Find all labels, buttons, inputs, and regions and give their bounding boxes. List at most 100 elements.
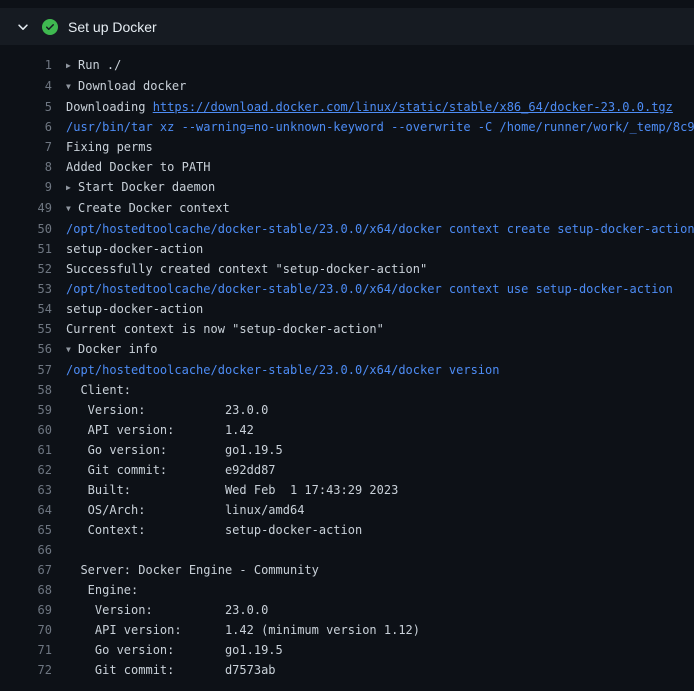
log-text: Download docker [78, 79, 186, 93]
line-content: ▶Start Docker daemon [52, 177, 694, 198]
line-number[interactable]: 1 [0, 55, 52, 76]
line-content: Git commit: d7573ab [52, 660, 694, 680]
log-text: Version: 23.0.0 [66, 603, 268, 617]
log-line: 62 Git commit: e92dd87 [0, 460, 694, 480]
success-check-icon [42, 19, 58, 35]
log-line: 55 Current context is now "setup-docker-a… [0, 319, 694, 339]
log-line: 50/opt/hostedtoolcache/docker-stable/23.… [0, 219, 694, 239]
log-line: 66 [0, 540, 694, 560]
line-content: Context: setup-docker-action [52, 520, 694, 540]
line-number[interactable]: 70 [0, 620, 52, 640]
log-line: 67 Server: Docker Engine - Community [0, 560, 694, 580]
line-number[interactable]: 64 [0, 500, 52, 520]
log-line: 60 API version: 1.42 [0, 420, 694, 440]
log-text: Current context is now "setup-docker-act… [66, 322, 384, 336]
line-number[interactable]: 7 [0, 137, 52, 157]
line-number[interactable]: 50 [0, 219, 52, 239]
log-line: 54setup-docker-action [0, 299, 694, 319]
line-number[interactable]: 9 [0, 177, 52, 198]
log-line: 1▶Run ./ [0, 55, 694, 76]
line-number[interactable]: 55 [0, 319, 52, 339]
line-content: ▼Create Docker context [52, 198, 694, 219]
log-line: 64 OS/Arch: linux/amd64 [0, 500, 694, 520]
log-text: OS/Arch: linux/amd64 [66, 503, 304, 517]
log-text: API version: 1.42 (minimum version 1.12) [66, 623, 420, 637]
log-line: 53/opt/hostedtoolcache/docker-stable/23.… [0, 279, 694, 299]
line-content: Fixing perms [52, 137, 694, 157]
line-number[interactable]: 60 [0, 420, 52, 440]
line-number[interactable]: 67 [0, 560, 52, 580]
line-content: API version: 1.42 [52, 420, 694, 440]
log-line: 58 Client: [0, 380, 694, 400]
line-content: Downloading https://download.docker.com/… [52, 97, 694, 117]
line-number[interactable]: 71 [0, 640, 52, 660]
chevron-down-icon[interactable] [16, 20, 30, 34]
log-text: API version: 1.42 [66, 423, 254, 437]
log-line: 70 API version: 1.42 (minimum version 1.… [0, 620, 694, 640]
step-header[interactable]: Set up Docker [0, 8, 694, 45]
line-number[interactable]: 53 [0, 279, 52, 299]
group-expanded-icon[interactable]: ▼ [66, 340, 78, 360]
line-number[interactable]: 4 [0, 76, 52, 97]
log-line: 71 Go version: go1.19.5 [0, 640, 694, 660]
log-line: 69 Version: 23.0.0 [0, 600, 694, 620]
line-number[interactable]: 8 [0, 157, 52, 177]
log-text: setup-docker-action [66, 242, 203, 256]
log-line: 65 Context: setup-docker-action [0, 520, 694, 540]
line-content: setup-docker-action [52, 299, 694, 319]
line-content: Go version: go1.19.5 [52, 440, 694, 460]
log-link[interactable]: https://download.docker.com/linux/static… [153, 100, 673, 114]
line-number[interactable]: 59 [0, 400, 52, 420]
line-number[interactable]: 52 [0, 259, 52, 279]
line-number[interactable]: 62 [0, 460, 52, 480]
log-text: Built: Wed Feb 1 17:43:29 2023 [66, 483, 398, 497]
line-content: API version: 1.42 (minimum version 1.12) [52, 620, 694, 640]
line-content: Successfully created context "setup-dock… [52, 259, 694, 279]
log-line: 57/opt/hostedtoolcache/docker-stable/23.… [0, 360, 694, 380]
line-content: Engine: [52, 580, 694, 600]
log-line: 5Downloading https://download.docker.com… [0, 97, 694, 117]
group-collapsed-icon[interactable]: ▶ [66, 56, 78, 76]
log-text: Docker info [78, 342, 157, 356]
line-content: setup-docker-action [52, 239, 694, 259]
line-number[interactable]: 57 [0, 360, 52, 380]
line-content: Server: Docker Engine - Community [52, 560, 694, 580]
group-expanded-icon[interactable]: ▼ [66, 199, 78, 219]
line-number[interactable]: 72 [0, 660, 52, 680]
line-number[interactable]: 65 [0, 520, 52, 540]
log-command-text: /opt/hostedtoolcache/docker-stable/23.0.… [66, 363, 499, 377]
log-line: 49▼Create Docker context [0, 198, 694, 219]
line-content: Added Docker to PATH [52, 157, 694, 177]
log-text: Fixing perms [66, 140, 153, 154]
log-command-text: /usr/bin/tar xz --warning=no-unknown-key… [66, 120, 694, 134]
line-number[interactable]: 54 [0, 299, 52, 319]
log-command-text: /opt/hostedtoolcache/docker-stable/23.0.… [66, 282, 673, 296]
line-number[interactable]: 61 [0, 440, 52, 460]
line-number[interactable]: 66 [0, 540, 52, 560]
log-line: 72 Git commit: d7573ab [0, 660, 694, 680]
line-number[interactable]: 63 [0, 480, 52, 500]
line-number[interactable]: 51 [0, 239, 52, 259]
line-number[interactable]: 6 [0, 117, 52, 137]
log-text: Run ./ [78, 58, 121, 72]
line-number[interactable]: 69 [0, 600, 52, 620]
line-number[interactable]: 56 [0, 339, 52, 360]
group-collapsed-icon[interactable]: ▶ [66, 178, 78, 198]
line-content: /opt/hostedtoolcache/docker-stable/23.0.… [52, 279, 694, 299]
line-number[interactable]: 49 [0, 198, 52, 219]
line-content: Version: 23.0.0 [52, 400, 694, 420]
line-content: Client: [52, 380, 694, 400]
group-expanded-icon[interactable]: ▼ [66, 77, 78, 97]
log-line: 61 Go version: go1.19.5 [0, 440, 694, 460]
line-content: /usr/bin/tar xz --warning=no-unknown-key… [52, 117, 694, 137]
line-number[interactable]: 68 [0, 580, 52, 600]
line-content: ▶Run ./ [52, 55, 694, 76]
log-text: Git commit: e92dd87 [66, 463, 276, 477]
log-line: 8Added Docker to PATH [0, 157, 694, 177]
log-text: Go version: go1.19.5 [66, 443, 283, 457]
line-content: ▼Docker info [52, 339, 694, 360]
line-number[interactable]: 5 [0, 97, 52, 117]
line-content: Git commit: e92dd87 [52, 460, 694, 480]
line-content: /opt/hostedtoolcache/docker-stable/23.0.… [52, 219, 694, 239]
line-number[interactable]: 58 [0, 380, 52, 400]
